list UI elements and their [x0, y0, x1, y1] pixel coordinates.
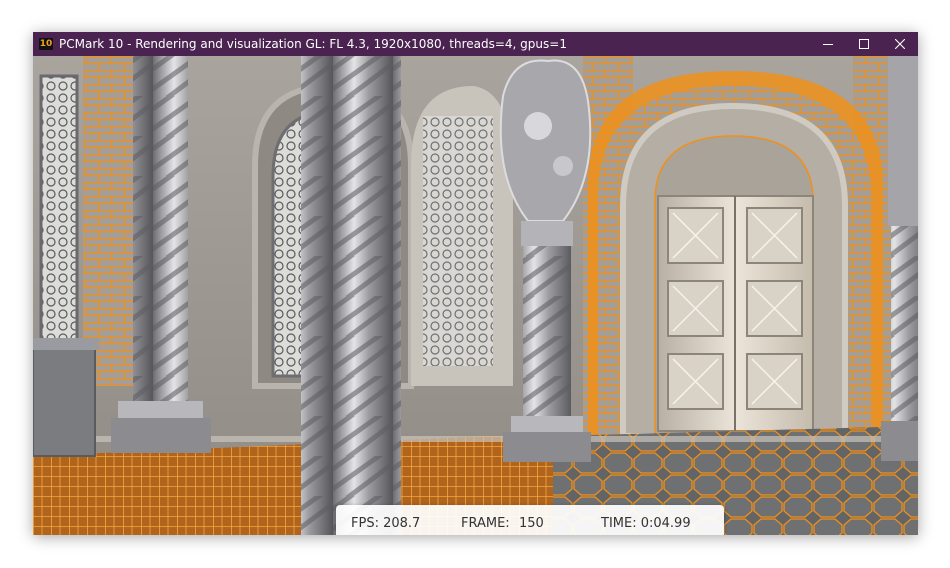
minimize-icon: [823, 44, 833, 45]
frame-value: 150: [519, 516, 544, 531]
close-icon: [895, 39, 905, 49]
title-bar[interactable]: 10 PCMark 10 - Rendering and visualizati…: [33, 32, 918, 56]
maximize-button[interactable]: [846, 32, 882, 56]
time-readout: TIME: 0:04.99: [601, 516, 691, 531]
minimize-button[interactable]: [810, 32, 846, 56]
pcmark-app-icon: 10: [39, 38, 53, 50]
fps-readout: FPS: 208.7: [351, 516, 421, 531]
twisted-column-center: [301, 56, 401, 535]
performance-overlay: FPS: 208.7 FRAME: 150 TIME: 0:04.99: [336, 505, 724, 535]
render-viewport[interactable]: FPS: 208.7 FRAME: 150 TIME: 0:04.99: [33, 56, 918, 535]
frame-label: FRAME:: [461, 516, 510, 531]
maximize-icon: [859, 39, 869, 49]
window-controls: [810, 32, 918, 56]
close-button[interactable]: [882, 32, 918, 56]
window-title: PCMark 10 - Rendering and visualization …: [59, 37, 567, 51]
cathedral-render: [33, 56, 918, 535]
benchmark-window: 10 PCMark 10 - Rendering and visualizati…: [33, 32, 918, 535]
